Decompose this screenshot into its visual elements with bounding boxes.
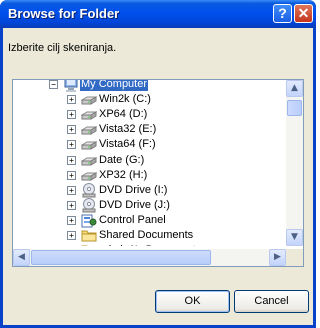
tree-item-label: DVD Drive (J:) bbox=[99, 198, 170, 211]
window-title: Browse for Folder bbox=[8, 6, 120, 21]
tree-item-label: Vista32 (E:) bbox=[99, 123, 157, 136]
tree-expander-icon[interactable]: + bbox=[67, 125, 76, 135]
prompt-label: Izberite cilj skeniranja. bbox=[8, 42, 117, 54]
drive-icon bbox=[80, 153, 98, 168]
tree-expander-icon[interactable]: + bbox=[67, 215, 76, 225]
tree-expander-icon[interactable]: + bbox=[67, 110, 76, 120]
tree-item-label: Vista64 (F:) bbox=[99, 138, 156, 151]
tree-item-label: Shared Documents bbox=[99, 229, 194, 241]
tree-expander-icon[interactable]: + bbox=[67, 200, 76, 210]
tree-item-label: Win2k (C:) bbox=[99, 93, 151, 106]
tree-expander-icon[interactable]: + bbox=[67, 95, 76, 105]
horizontal-scroll-thumb[interactable] bbox=[31, 250, 211, 265]
scroll-right-button[interactable]: ▶ bbox=[269, 249, 286, 266]
drive-icon bbox=[80, 122, 98, 137]
dialog-client-area: Izberite cilj skeniranja. − My Computer + W… bbox=[3, 28, 313, 325]
tree-item[interactable]: +admin1's Documents bbox=[13, 242, 286, 246]
tree-item-label: XP64 (D:) bbox=[99, 108, 148, 121]
vertical-scrollbar[interactable]: ▲ ▼ bbox=[286, 80, 303, 246]
scroll-up-button[interactable]: ▲ bbox=[286, 80, 303, 97]
ok-button[interactable]: OK bbox=[155, 290, 230, 313]
drive-icon bbox=[80, 168, 98, 183]
scroll-left-button[interactable]: ◀ bbox=[13, 249, 30, 266]
tree-expander-icon[interactable]: + bbox=[67, 185, 76, 195]
dvd-drive-icon bbox=[81, 197, 97, 213]
close-button[interactable]: ✕ bbox=[294, 4, 313, 23]
horizontal-scrollbar[interactable]: ◀ ▶ bbox=[13, 249, 286, 266]
tree-expander-icon[interactable]: + bbox=[67, 231, 76, 240]
title-bar[interactable]: Browse for Folder ? ✕ bbox=[0, 0, 316, 28]
vertical-scroll-thumb[interactable] bbox=[287, 100, 302, 116]
tree-item-label: admin1's Documents bbox=[98, 243, 202, 246]
tree-expander-icon[interactable]: + bbox=[67, 140, 76, 150]
scroll-down-button[interactable]: ▼ bbox=[286, 229, 303, 246]
tree-item-label: My Computer bbox=[80, 80, 149, 91]
scrollbar-corner bbox=[286, 249, 303, 266]
tree-item-label: XP32 (H:) bbox=[99, 168, 148, 181]
tree-item-label: Control Panel bbox=[99, 213, 166, 226]
tree-item-label: Date (G:) bbox=[99, 153, 145, 166]
browse-for-folder-window: Browse for Folder ? ✕ Izberite cilj sken… bbox=[0, 0, 316, 328]
dvd-drive-icon bbox=[81, 182, 97, 198]
drive-icon bbox=[80, 107, 98, 122]
folder-icon bbox=[81, 228, 97, 243]
tree-expander-icon[interactable]: + bbox=[67, 155, 76, 165]
tree-expander-icon[interactable]: − bbox=[49, 80, 58, 89]
drive-icon bbox=[80, 137, 98, 152]
drive-icon bbox=[80, 92, 98, 107]
tree-expander-icon[interactable]: + bbox=[67, 170, 76, 180]
folder-tree[interactable]: − My Computer + Win2k (C:) + XP64 (D:) + Vista3… bbox=[12, 79, 304, 267]
help-button[interactable]: ? bbox=[273, 4, 292, 23]
control-panel-icon bbox=[81, 213, 97, 228]
tree-item-label: DVD Drive (I:) bbox=[99, 183, 168, 196]
cancel-button[interactable]: Cancel bbox=[234, 290, 309, 313]
folder-icon bbox=[81, 243, 97, 246]
folder-tree-rows: − My Computer + Win2k (C:) + XP64 (D:) + Vista3… bbox=[13, 80, 286, 246]
